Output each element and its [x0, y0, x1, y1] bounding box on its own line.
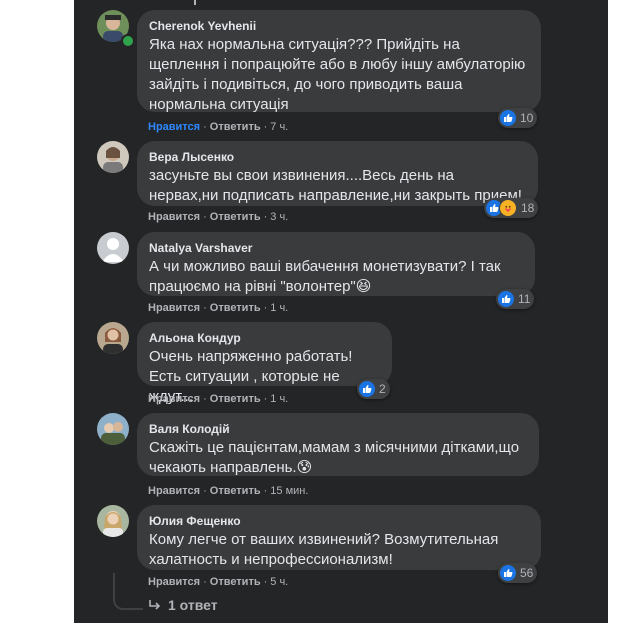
reaction-summary[interactable]: 18 [484, 198, 539, 218]
comment-actions: Нравится · Ответить · 5 ч. [148, 576, 289, 588]
reaction-count: 18 [521, 201, 535, 215]
comment-author[interactable]: Альона Кондур [149, 330, 380, 346]
like-reaction-icon [500, 565, 516, 581]
like-button[interactable]: Нравится [148, 576, 200, 588]
comment-timestamp[interactable]: 1 ч. [270, 302, 288, 314]
comment-author[interactable]: Cherenok Yevhenii [149, 18, 529, 34]
comment-text: засуньте вы свои извинения....Весь день … [149, 167, 522, 204]
reply-button[interactable]: Ответить [210, 576, 261, 588]
like-button[interactable]: Нравится [148, 302, 200, 314]
reply-arrow-icon [149, 600, 161, 610]
reaction-count: 10 [520, 111, 534, 125]
reaction-summary[interactable]: 10 [498, 108, 538, 128]
reaction-summary[interactable]: 11 [496, 289, 535, 309]
like-button[interactable]: Нравится [148, 393, 200, 405]
comment-actions: Нравится · Ответить · 1 ч. [148, 393, 289, 405]
comment-timestamp[interactable]: 15 мин. [270, 485, 308, 497]
thread-connector [113, 573, 143, 610]
reaction-summary[interactable]: 56 [498, 563, 538, 583]
comment-text: А чи можливо ваші вибачення монетизувати… [149, 258, 501, 295]
avatar[interactable] [97, 141, 129, 173]
care-reaction-icon [499, 199, 517, 217]
like-reaction-icon [359, 381, 375, 397]
like-button[interactable]: Нравится [148, 485, 200, 497]
reply-button[interactable]: Ответить [210, 393, 261, 405]
comment-actions: Нравится · Ответить · 7 ч. [148, 121, 289, 133]
avatar[interactable] [97, 413, 129, 445]
comment-bubble: Cherenok Yevhenii Яка нах нормальна ситу… [137, 10, 541, 113]
reaction-count: 56 [520, 566, 534, 580]
comment-bubble: Natalya Varshaver А чи можливо ваші виба… [137, 232, 535, 296]
comment-author[interactable]: Валя Колодій [149, 421, 527, 437]
reaction-count: 11 [518, 292, 531, 306]
comment-timestamp[interactable]: 5 ч. [270, 576, 288, 588]
comment-bubble: Юлия Фещенко Кому легче от ваших извинен… [137, 505, 541, 570]
comment-author[interactable]: Юлия Фещенко [149, 513, 529, 529]
like-reaction-icon [500, 110, 516, 126]
comment-bubble: Альона Кондур Очень напряженно работать!… [137, 322, 392, 405]
like-button[interactable]: Нравится [148, 211, 200, 223]
comment-text: Яка нах нормальна ситуація??? Прийдіть н… [149, 36, 526, 113]
comment-actions: Нравится · Ответить · 15 мин. [148, 485, 309, 497]
like-reaction-icon [498, 291, 514, 307]
replies-count-label: 1 ответ [168, 597, 218, 613]
avatar[interactable] [97, 322, 129, 354]
comment-actions: Нравится · Ответить · 3 ч. [148, 211, 289, 223]
online-status-icon [121, 34, 135, 48]
comment-timestamp[interactable]: 3 ч. [270, 211, 288, 223]
scroll-remnant [194, 0, 196, 5]
reply-button[interactable]: Ответить [210, 485, 261, 497]
reaction-count: 2 [379, 382, 386, 396]
comment-actions: Нравится · Ответить · 1 ч. [148, 302, 289, 314]
comment-author[interactable]: Natalya Varshaver [149, 240, 523, 256]
comment-author[interactable]: Вера Лысенко [149, 149, 526, 165]
comment-text: Скажіть це пацієнтам,мамам з місячними д… [149, 439, 520, 476]
comment-bubble: Вера Лысенко засуньте вы свои извинения.… [137, 141, 538, 206]
view-replies-link[interactable]: 1 ответ [148, 597, 218, 613]
comment-bubble: Валя Колодій Скажіть це пацієнтам,мамам … [137, 413, 539, 476]
comment-text: Кому легче от ваших извинений? Возмутите… [149, 531, 499, 568]
comment-timestamp[interactable]: 1 ч. [270, 393, 288, 405]
avatar[interactable] [97, 232, 129, 264]
like-button[interactable]: Нравится [148, 121, 200, 133]
reply-button[interactable]: Ответить [210, 211, 261, 223]
avatar[interactable] [97, 505, 129, 537]
reply-button[interactable]: Ответить [210, 121, 261, 133]
reaction-summary[interactable]: 2 [357, 379, 390, 399]
comments-panel: Cherenok Yevhenii Яка нах нормальна ситу… [74, 0, 608, 623]
comment-timestamp[interactable]: 7 ч. [270, 121, 288, 133]
reply-button[interactable]: Ответить [210, 302, 261, 314]
